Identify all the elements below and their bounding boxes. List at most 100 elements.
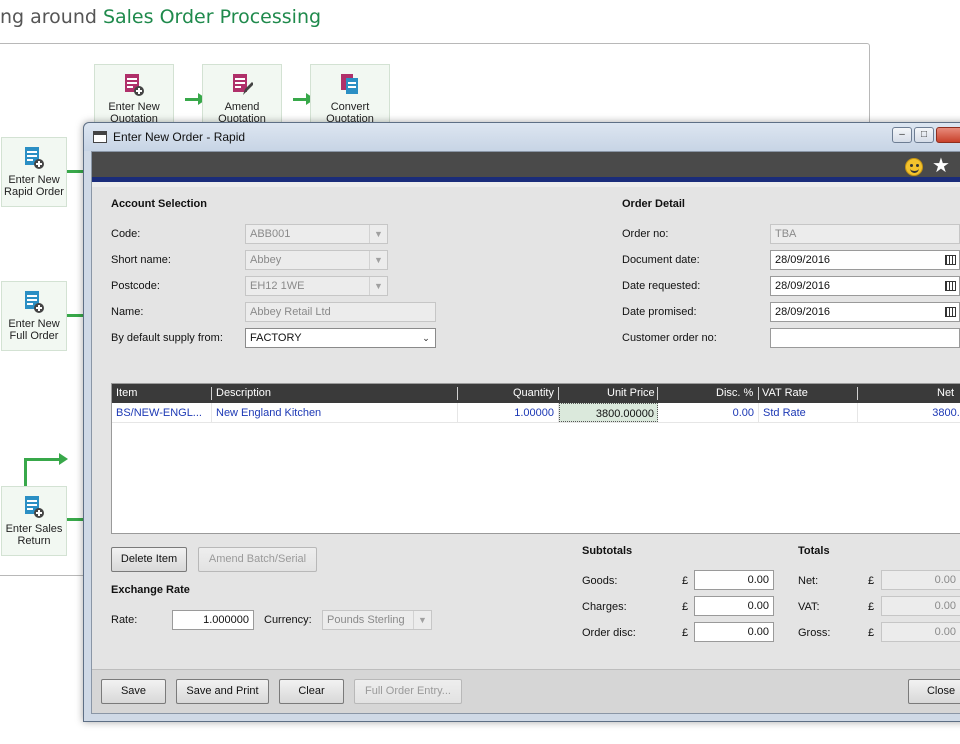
save-button[interactable]: Save <box>101 679 166 704</box>
cell-vat-rate[interactable]: Std Rate <box>759 403 858 422</box>
table-row[interactable]: BS/NEW-ENGL... New England Kitchen 1.000… <box>112 403 960 423</box>
postcode-combo[interactable]: EH12 1WE ▼ <box>245 276 388 296</box>
col-quantity[interactable]: Quantity <box>513 387 554 399</box>
supply-from-select[interactable]: FACTORY ⌄ <box>245 328 436 348</box>
name-label: Name: <box>111 306 144 318</box>
cell-quantity[interactable]: 1.00000 <box>458 403 559 422</box>
col-separator[interactable] <box>758 387 759 400</box>
document-date-value: 28/09/2016 <box>775 254 831 266</box>
date-requested-label: Date requested: <box>622 280 701 292</box>
col-separator[interactable] <box>211 387 212 400</box>
col-separator[interactable] <box>558 387 559 400</box>
date-promised-field[interactable]: 28/09/2016 <box>770 302 960 322</box>
col-net[interactable]: Net <box>937 387 954 399</box>
document-date-field[interactable]: 28/09/2016 <box>770 250 960 270</box>
cell-unit-price[interactable]: 3800.00000 <box>559 403 658 422</box>
subtotals-heading: Subtotals <box>582 545 633 557</box>
short-name-combo[interactable]: Abbey ▼ <box>245 250 388 270</box>
currency-label: Currency: <box>264 614 312 626</box>
full-order-entry-button[interactable]: Full Order Entry... <box>354 679 462 704</box>
col-unit-price[interactable]: Unit Price <box>607 387 655 399</box>
short-name-value: Abbey <box>250 254 282 266</box>
code-value: ABB001 <box>250 228 291 240</box>
gross-label: Gross: <box>798 627 831 639</box>
tile-label: Enter New Rapid Order <box>4 174 64 198</box>
tile-enter-new-full-order[interactable]: Enter New Full Order <box>1 281 67 351</box>
calendar-icon[interactable] <box>945 281 956 291</box>
col-description[interactable]: Description <box>216 387 271 399</box>
col-item[interactable]: Item <box>116 387 137 399</box>
cell-net[interactable]: 3800.00 <box>858 403 960 422</box>
page-title-module: Sales Order Processing <box>102 6 322 28</box>
chevron-down-icon[interactable]: ▼ <box>369 277 387 295</box>
page-title-prefix: ng around <box>0 6 97 28</box>
chevron-down-icon[interactable]: ▼ <box>369 251 387 269</box>
smiley-icon[interactable] <box>905 158 923 176</box>
page-title: ng around Sales Order Processing <box>0 6 321 28</box>
order-dialog: Enter New Order - Rapid – □ ★ Account Se… <box>83 122 960 722</box>
currency-value: Pounds Sterling <box>327 614 405 626</box>
amend-batch-serial-button[interactable]: Amend Batch/Serial <box>198 547 317 572</box>
col-separator[interactable] <box>657 387 658 400</box>
charges-currency-symbol: £ <box>682 601 689 613</box>
gross-total-field: 0.00 <box>881 622 960 642</box>
close-button[interactable]: Close <box>908 679 960 704</box>
chevron-down-icon[interactable]: ⌄ <box>417 329 435 347</box>
order-lines-grid[interactable]: Item Description Quantity Unit Price Dis… <box>111 383 960 534</box>
name-field[interactable]: Abbey Retail Ltd <box>245 302 436 322</box>
new-return-icon <box>25 496 44 518</box>
dialog-titlebar[interactable]: Enter New Order - Rapid – □ <box>84 123 960 151</box>
tile-enter-new-rapid-order[interactable]: Enter New Rapid Order <box>1 137 67 207</box>
star-icon[interactable]: ★ <box>932 154 950 178</box>
dialog-title: Enter New Order - Rapid <box>113 130 246 144</box>
new-order-icon <box>25 147 44 169</box>
gross-currency-symbol: £ <box>868 627 875 639</box>
goods-field[interactable]: 0.00 <box>694 570 774 590</box>
net-total-field: 0.00 <box>881 570 960 590</box>
cell-disc[interactable]: 0.00 <box>658 403 759 422</box>
vat-label: VAT: <box>798 601 820 613</box>
flow-arrow <box>293 93 315 105</box>
tile-enter-sales-return[interactable]: Enter Sales Return <box>1 486 67 556</box>
order-disc-label: Order disc: <box>582 627 636 639</box>
form-icon <box>93 131 107 143</box>
order-detail-heading: Order Detail <box>622 198 685 210</box>
date-promised-label: Date promised: <box>622 306 697 318</box>
order-disc-field[interactable]: 0.00 <box>694 622 774 642</box>
currency-combo[interactable]: Pounds Sterling ▼ <box>322 610 432 630</box>
cell-item[interactable]: BS/NEW-ENGL... <box>112 403 212 422</box>
clear-button[interactable]: Clear <box>279 679 344 704</box>
col-separator[interactable] <box>457 387 458 400</box>
delete-item-button[interactable]: Delete Item <box>111 547 187 572</box>
dialog-body: ★ Account Selection Code: ABB001 ▼ Short… <box>91 151 960 714</box>
rate-field[interactable]: 1.000000 <box>172 610 254 630</box>
maximize-button[interactable]: □ <box>914 127 934 143</box>
col-disc[interactable]: Disc. % <box>716 387 753 399</box>
net-currency-symbol: £ <box>868 575 875 587</box>
col-vat-rate[interactable]: VAT Rate <box>762 387 808 399</box>
dialog-content: Account Selection Code: ABB001 ▼ Short n… <box>92 187 960 713</box>
exchange-rate-heading: Exchange Rate <box>111 584 190 596</box>
date-requested-field[interactable]: 28/09/2016 <box>770 276 960 296</box>
vat-currency-symbol: £ <box>868 601 875 613</box>
col-separator[interactable] <box>857 387 858 400</box>
calendar-icon[interactable] <box>945 255 956 265</box>
calendar-icon[interactable] <box>945 307 956 317</box>
minimize-button[interactable]: – <box>892 127 912 143</box>
flow-arrow <box>24 453 68 465</box>
supply-from-value: FACTORY <box>250 332 302 344</box>
customer-order-no-field[interactable] <box>770 328 960 348</box>
save-and-print-button[interactable]: Save and Print <box>176 679 269 704</box>
chevron-down-icon[interactable]: ▼ <box>413 611 431 629</box>
order-no-label: Order no: <box>622 228 669 240</box>
chevron-down-icon[interactable]: ▼ <box>369 225 387 243</box>
convert-document-icon <box>341 74 358 94</box>
charges-field[interactable]: 0.00 <box>694 596 774 616</box>
close-window-button[interactable] <box>936 127 960 143</box>
code-combo[interactable]: ABB001 ▼ <box>245 224 388 244</box>
tile-label: Enter New Full Order <box>8 318 60 342</box>
cell-description[interactable]: New England Kitchen <box>212 403 458 422</box>
net-label: Net: <box>798 575 819 587</box>
flow-connector <box>24 458 27 488</box>
charges-label: Charges: <box>582 601 627 613</box>
